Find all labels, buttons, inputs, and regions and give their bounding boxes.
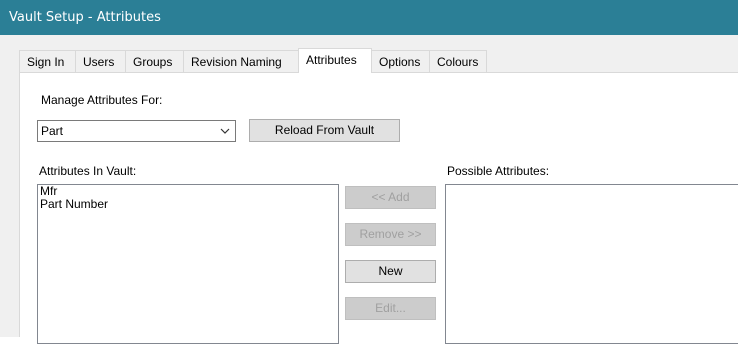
remove-button[interactable]: Remove >> bbox=[345, 223, 436, 246]
tab-options[interactable]: Options bbox=[371, 50, 430, 72]
possible-attributes-label: Possible Attributes: bbox=[447, 164, 550, 178]
dialog-body: Sign In Users Groups Revision Naming Att… bbox=[0, 35, 738, 344]
tab-groups[interactable]: Groups bbox=[125, 50, 184, 72]
window-title: Vault Setup - Attributes bbox=[9, 10, 161, 25]
attributes-in-vault-label: Attributes In Vault: bbox=[39, 164, 137, 178]
possible-attributes-list[interactable] bbox=[445, 184, 738, 344]
tab-revision-naming[interactable]: Revision Naming bbox=[183, 50, 299, 72]
add-button[interactable]: << Add bbox=[345, 186, 436, 209]
tab-attributes[interactable]: Attributes bbox=[298, 48, 372, 73]
edit-attribute-button[interactable]: Edit... bbox=[345, 297, 436, 320]
chevron-down-icon bbox=[220, 124, 230, 138]
tab-sign-in[interactable]: Sign In bbox=[19, 50, 76, 72]
list-item[interactable]: Part Number bbox=[38, 198, 338, 211]
manage-attributes-label: Manage Attributes For: bbox=[41, 93, 163, 107]
attributes-in-vault-list[interactable]: Mfr Part Number bbox=[37, 184, 339, 344]
reload-from-vault-button[interactable]: Reload From Vault bbox=[249, 119, 400, 142]
selected-entity-value: Part bbox=[41, 124, 64, 138]
window-titlebar: Vault Setup - Attributes bbox=[0, 0, 738, 35]
manage-attributes-select[interactable]: Part bbox=[37, 120, 236, 142]
tab-colours[interactable]: Colours bbox=[429, 50, 487, 72]
tab-users[interactable]: Users bbox=[75, 50, 126, 72]
attributes-tab-panel: Manage Attributes For: Part Reload From … bbox=[19, 72, 738, 344]
new-attribute-button[interactable]: New bbox=[345, 260, 436, 283]
